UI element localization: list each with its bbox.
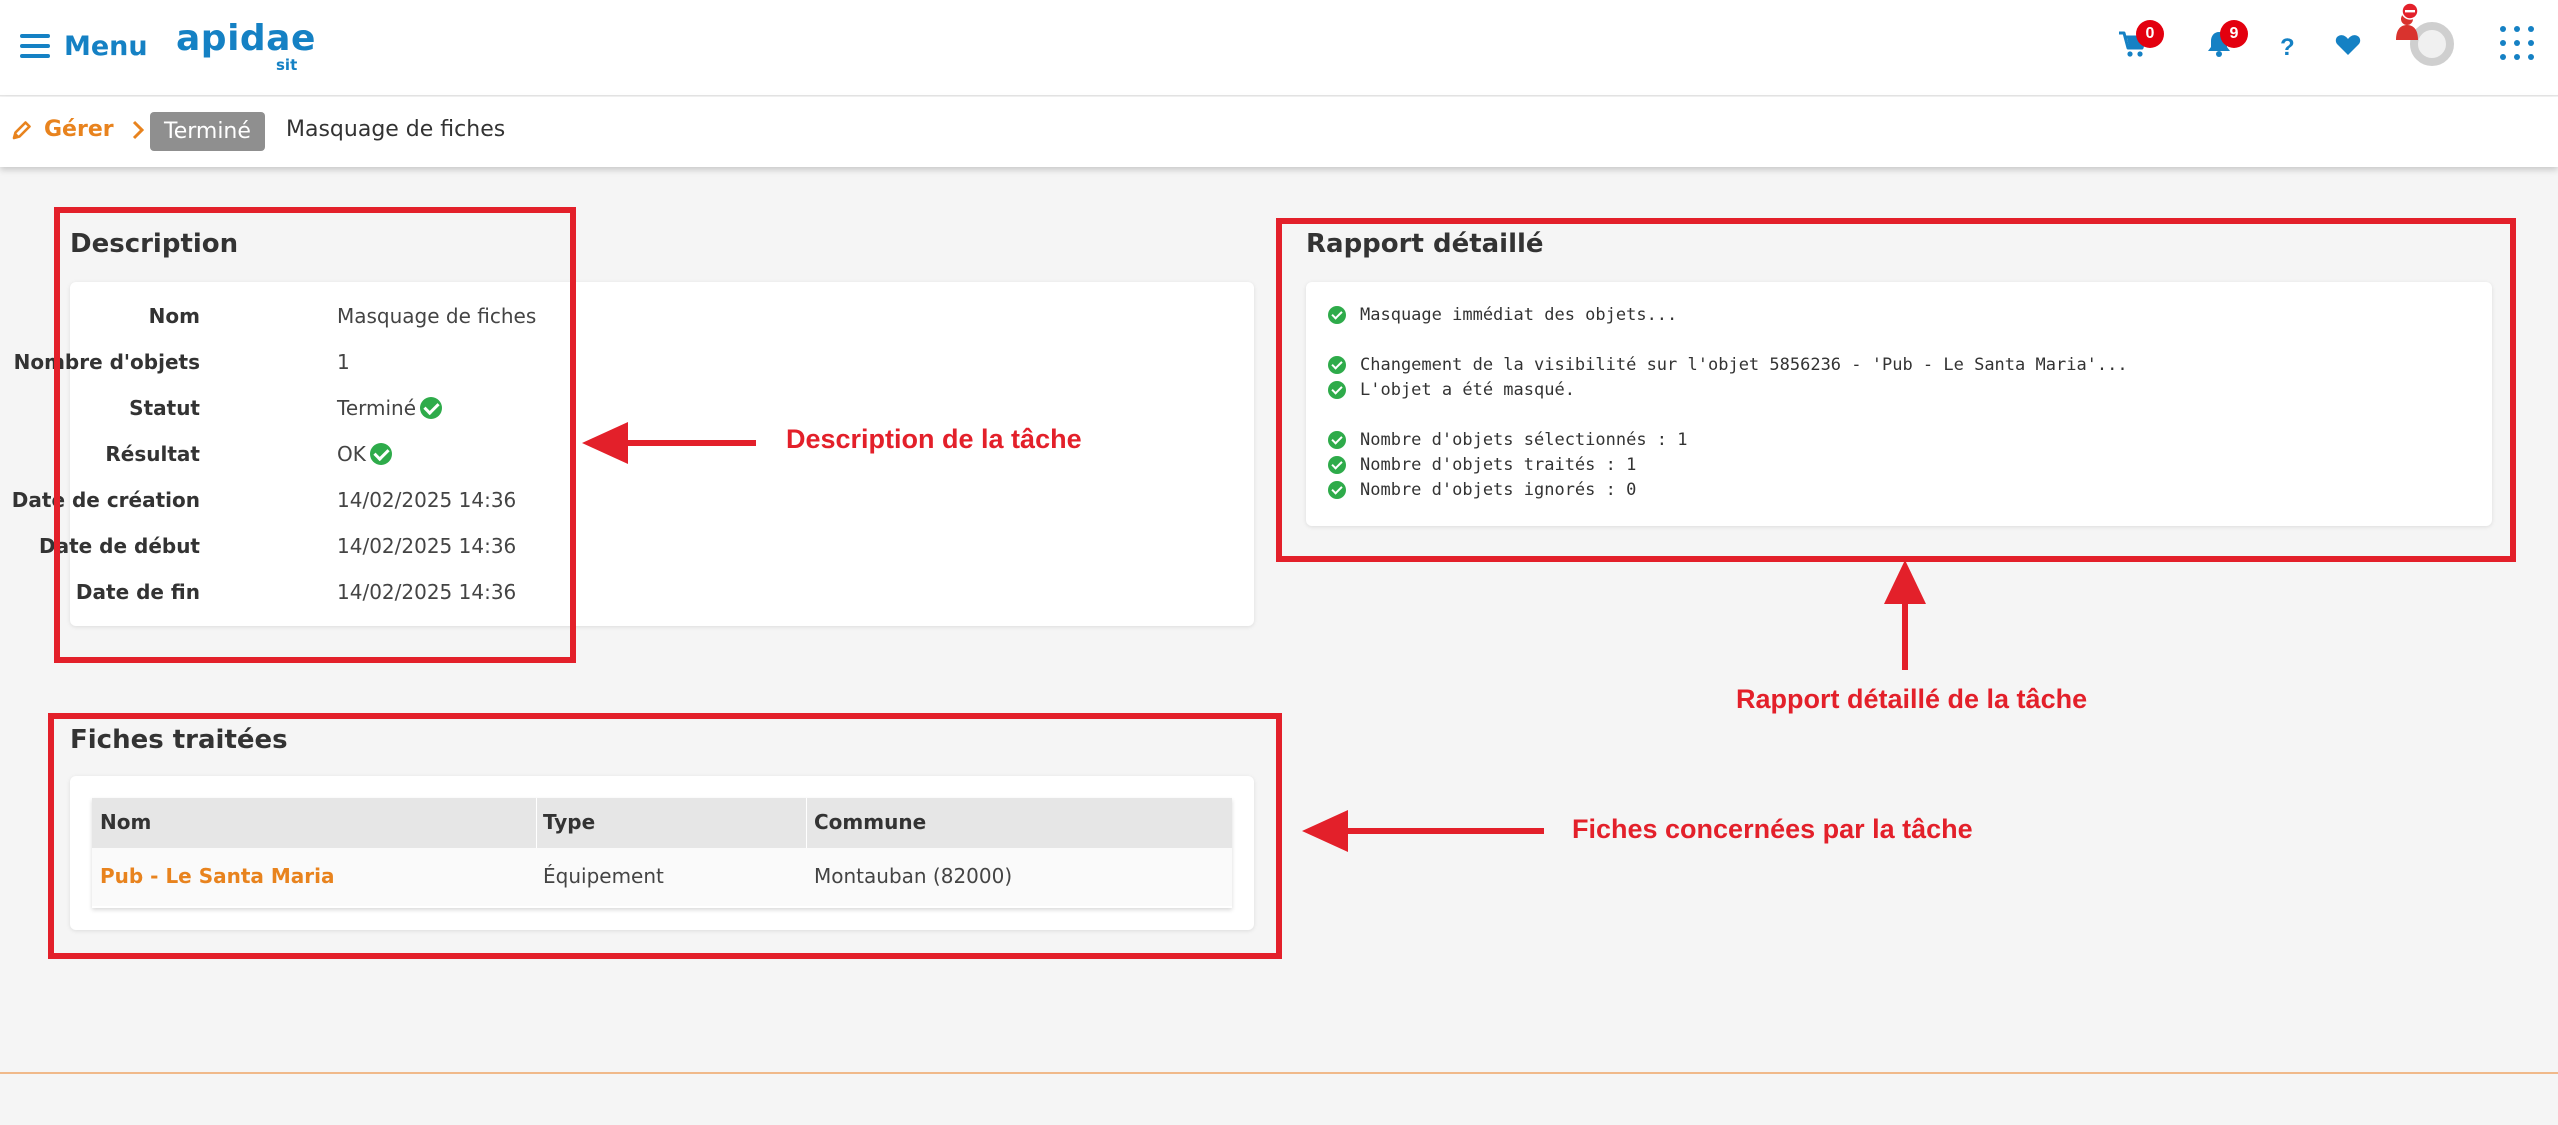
report-highlight-box xyxy=(1276,218,2516,562)
notifications-count-badge: 9 xyxy=(2220,20,2248,48)
heart-icon xyxy=(2335,35,2361,55)
cart-button[interactable]: 0 xyxy=(2118,20,2164,62)
fiches-highlight-box xyxy=(48,713,1282,959)
breadcrumb-current: Masquage de fiches xyxy=(286,117,506,142)
breadcrumb-root-label: Gérer xyxy=(44,117,114,142)
footer-divider xyxy=(0,1072,2558,1074)
description-highlight-box xyxy=(54,207,576,663)
arrow-left-icon xyxy=(582,422,756,464)
breadcrumb-status-badge: Terminé xyxy=(150,112,265,151)
fiches-annotation: Fiches concernées par la tâche xyxy=(1572,814,1973,844)
hamburger-icon xyxy=(20,34,50,58)
arrow-left-icon xyxy=(1302,810,1544,852)
arrow-up-icon xyxy=(1884,560,1926,670)
apps-grid-icon[interactable] xyxy=(2500,26,2534,60)
pencil-icon xyxy=(12,120,31,139)
apidae-logo[interactable]: apidae sit xyxy=(176,18,315,74)
report-annotation: Rapport détaillé de la tâche xyxy=(1736,684,2088,714)
description-annotation: Description de la tâche xyxy=(786,424,1082,454)
help-icon[interactable]: ? xyxy=(2280,34,2295,62)
menu-button[interactable]: Menu xyxy=(20,26,148,66)
logo-subtext: sit xyxy=(276,56,298,74)
favorites-button[interactable] xyxy=(2335,34,2361,60)
chevron-right-icon xyxy=(132,120,144,139)
logo-text: apidae xyxy=(176,18,316,59)
breadcrumb-root-link[interactable]: Gérer xyxy=(12,117,144,142)
cart-count-badge: 0 xyxy=(2136,20,2164,48)
top-bar: Menu apidae sit 0 9 ? xyxy=(0,0,2558,96)
notifications-button[interactable]: 9 xyxy=(2206,20,2248,62)
breadcrumb: Gérer Terminé Masquage de fiches xyxy=(0,97,2558,167)
menu-label: Menu xyxy=(64,30,148,62)
user-status-icon xyxy=(2390,2,2424,42)
